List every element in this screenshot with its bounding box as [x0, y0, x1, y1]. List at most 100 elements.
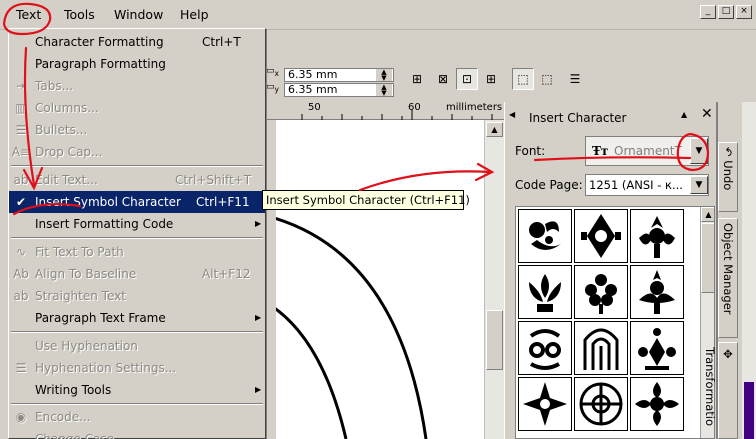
- character-grid: ▲: [515, 206, 715, 439]
- menu-item-change-case[interactable]: Change Case...: [9, 428, 265, 439]
- edit-text-icon: ab: [13, 173, 29, 187]
- code-page-value: 1251 (ANSI - к...: [589, 178, 683, 192]
- drop-cap-icon: A≡: [11, 145, 31, 159]
- bullets-icon: ☰: [15, 123, 27, 137]
- columns-icon: ▥: [15, 101, 27, 115]
- docker-close-icon[interactable]: ✕: [701, 107, 713, 121]
- menu-item-writing-tools[interactable]: Writing Tools ▶: [9, 379, 265, 401]
- property-bar: ▭x 6.35 mm ▲ ▼ ▭y 6.35 mm ▲ ▼ ⊞ ⊠ ⊡ ⊞ ⬚ ⬚ …: [266, 62, 756, 98]
- menu-item-columns[interactable]: ▥ Columns...: [9, 97, 265, 119]
- menu-item-drop-cap[interactable]: A≡ Drop Cap...: [9, 141, 265, 163]
- menu-item-use-hyphenation[interactable]: Use Hyphenation: [9, 335, 265, 357]
- spinner-arrows-icon[interactable]: ▲ ▼: [376, 84, 392, 97]
- font-label: Font:: [515, 144, 546, 158]
- ruler-tick-50: 50: [308, 102, 321, 113]
- close-button[interactable]: ×: [736, 5, 752, 19]
- tab-object-manager[interactable]: Object Manager: [718, 218, 738, 338]
- menu-help[interactable]: Help: [180, 7, 209, 22]
- docker-arrow-up-icon[interactable]: ▲: [681, 110, 687, 119]
- height-spinner[interactable]: 6.35 mm ▲ ▼: [284, 83, 394, 97]
- snap-guides-icon[interactable]: ⊡: [456, 68, 478, 90]
- width-spinner[interactable]: 6.35 mm ▲ ▼: [284, 68, 394, 82]
- select-pointer-icon[interactable]: ⬚: [512, 68, 534, 90]
- hyphenation-icon: ☰: [15, 361, 27, 375]
- tab-undo[interactable]: ↶ Undo: [718, 142, 738, 212]
- align-baseline-icon: Ab: [13, 267, 29, 281]
- menu-item-character-formatting[interactable]: Character Formatting Ctrl+T: [9, 31, 265, 53]
- font-dropdown[interactable]: Ŧт OrnamentT ▼: [585, 136, 709, 166]
- vertical-ruler: [266, 120, 276, 439]
- code-page-dropdown[interactable]: 1251 (ANSI - к... ▼: [585, 174, 709, 196]
- menu-item-align-to-baseline[interactable]: Ab Align To Baseline Alt+F12: [9, 263, 265, 285]
- canvas-vertical-scrollbar[interactable]: ▲: [484, 120, 504, 439]
- menu-item-encode[interactable]: ◉ Encode...: [9, 406, 265, 428]
- minimize-button[interactable]: _: [700, 5, 716, 19]
- grid-scroll-up-icon[interactable]: ▲: [701, 207, 714, 222]
- menu-item-edit-text[interactable]: ab Edit Text... Ctrl+Shift+T: [9, 169, 265, 191]
- grid-icon[interactable]: ⊞: [406, 68, 428, 90]
- glyph-cell[interactable]: [630, 265, 684, 319]
- menu-item-fit-text-to-path[interactable]: ∿ Fit Text To Path: [9, 241, 265, 263]
- select-mode-icon[interactable]: ⬚: [536, 68, 558, 90]
- glyph-cell[interactable]: [574, 321, 628, 375]
- fit-text-path-icon: ∿: [15, 245, 27, 259]
- menu-item-paragraph-text-frame[interactable]: Paragraph Text Frame ▶: [9, 307, 265, 329]
- glyph-cell[interactable]: [518, 377, 572, 431]
- width-icon: ▭x: [266, 66, 279, 78]
- scroll-up-icon[interactable]: ▲: [486, 122, 503, 137]
- menu-separator: [11, 165, 263, 167]
- menu-tools[interactable]: Tools: [64, 7, 95, 22]
- glyph-cell[interactable]: [518, 265, 572, 319]
- ruler-tick-60: 60: [408, 102, 421, 113]
- glyph-cell[interactable]: [574, 209, 628, 263]
- glyph-cell[interactable]: [630, 321, 684, 375]
- height-value: 6.35 mm: [288, 83, 338, 96]
- checkmark-icon: ✔: [15, 195, 27, 209]
- glyph-cell[interactable]: [630, 377, 684, 431]
- undo-tab-icon: ↶: [721, 147, 735, 161]
- docker-title: Insert Character: [529, 111, 627, 125]
- font-dropdown-arrow-icon[interactable]: ▼: [690, 138, 708, 164]
- menu-item-insert-symbol-character[interactable]: ✔ Insert Symbol Character Ctrl+F11: [9, 191, 265, 213]
- grid-scroll-thumb[interactable]: [701, 223, 714, 293]
- menu-item-hyphenation-settings[interactable]: ☰ Hyphenation Settings...: [9, 357, 265, 379]
- code-page-label: Code Page:: [515, 178, 583, 192]
- scroll-thumb[interactable]: [486, 310, 503, 370]
- glyph-cell[interactable]: [574, 377, 628, 431]
- menu-item-bullets[interactable]: ☰ Bullets...: [9, 119, 265, 141]
- spinner-arrows-icon[interactable]: ▲ ▼: [376, 69, 392, 82]
- palette-swatch[interactable]: [744, 382, 754, 439]
- restore-button[interactable]: □: [718, 5, 734, 19]
- width-value: 6.35 mm: [288, 68, 338, 81]
- truetype-icon: Ŧт: [592, 144, 609, 158]
- glyph-cell[interactable]: [518, 321, 572, 375]
- menu-bar: Text Tools Window Help _ □ ×: [0, 0, 756, 30]
- menu-separator: [11, 331, 263, 333]
- snap-icon[interactable]: ⊠: [432, 68, 454, 90]
- menu-item-straighten-text[interactable]: ab Straighten Text: [9, 285, 265, 307]
- docker-collapse-icon[interactable]: ◀: [509, 108, 521, 122]
- mdi-window-buttons: _ □ ×: [700, 5, 752, 19]
- drawing-canvas[interactable]: [276, 120, 484, 439]
- font-value: OrnamentT: [614, 144, 682, 158]
- straighten-text-icon: ab: [13, 289, 29, 303]
- color-palette[interactable]: [742, 102, 756, 439]
- menu-item-tabs[interactable]: ⇥ Tabs...: [9, 75, 265, 97]
- ruler-unit: millimeters: [446, 102, 503, 113]
- menu-separator: [11, 237, 263, 239]
- menu-window[interactable]: Window: [114, 7, 163, 22]
- menu-item-paragraph-formatting[interactable]: Paragraph Formatting: [9, 53, 265, 75]
- glyph-cell[interactable]: [574, 265, 628, 319]
- glyph-cell[interactable]: [518, 209, 572, 263]
- insert-character-docker: ◀ Insert Character ▲ ✕ Font: Ŧт Ornament…: [504, 102, 716, 439]
- menu-item-insert-formatting-code[interactable]: Insert Formatting Code ▶: [9, 213, 265, 235]
- align-icon[interactable]: ☰: [564, 68, 586, 90]
- tabs-icon: ⇥: [15, 79, 27, 93]
- tab-transformation[interactable]: ✥ Transformatio: [703, 342, 738, 439]
- transformation-tab-icon: ✥: [721, 347, 735, 361]
- encode-icon: ◉: [15, 410, 27, 424]
- code-page-arrow-icon[interactable]: ▼: [690, 176, 708, 194]
- snap-objects-icon[interactable]: ⊞: [480, 68, 502, 90]
- menu-text[interactable]: Text: [16, 7, 41, 22]
- glyph-cell[interactable]: [630, 209, 684, 263]
